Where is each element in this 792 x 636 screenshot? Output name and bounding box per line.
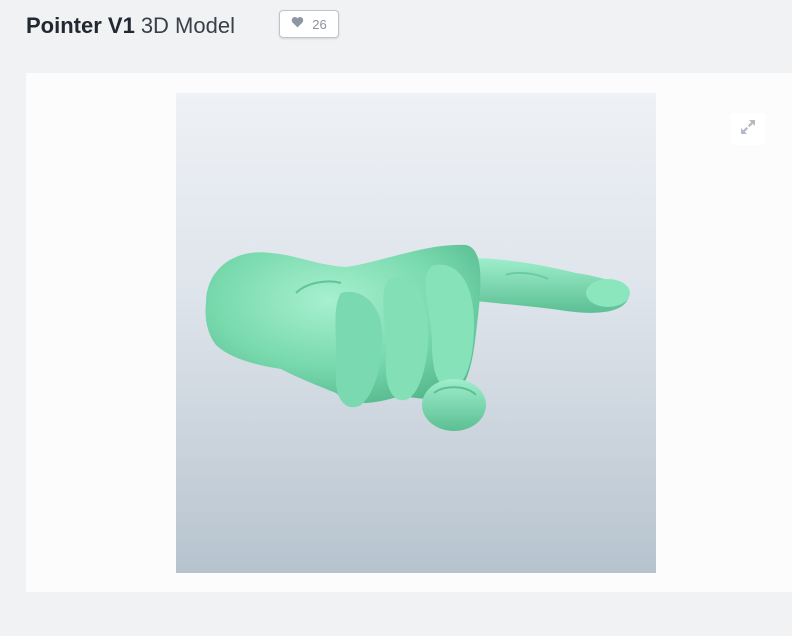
fullscreen-button[interactable]: [730, 113, 766, 145]
like-count: 26: [312, 16, 327, 32]
heart-icon: [291, 15, 304, 33]
like-button[interactable]: 26: [279, 10, 339, 38]
hand-model: [205, 244, 630, 431]
model-name: Pointer V1: [26, 13, 135, 38]
model-preview-panel: [26, 73, 792, 592]
page-title: Pointer V1 3D Model: [26, 10, 235, 42]
model-type-label: 3D Model: [140, 13, 235, 38]
3d-model-viewer[interactable]: [176, 93, 656, 573]
expand-arrows-icon: [738, 117, 758, 142]
